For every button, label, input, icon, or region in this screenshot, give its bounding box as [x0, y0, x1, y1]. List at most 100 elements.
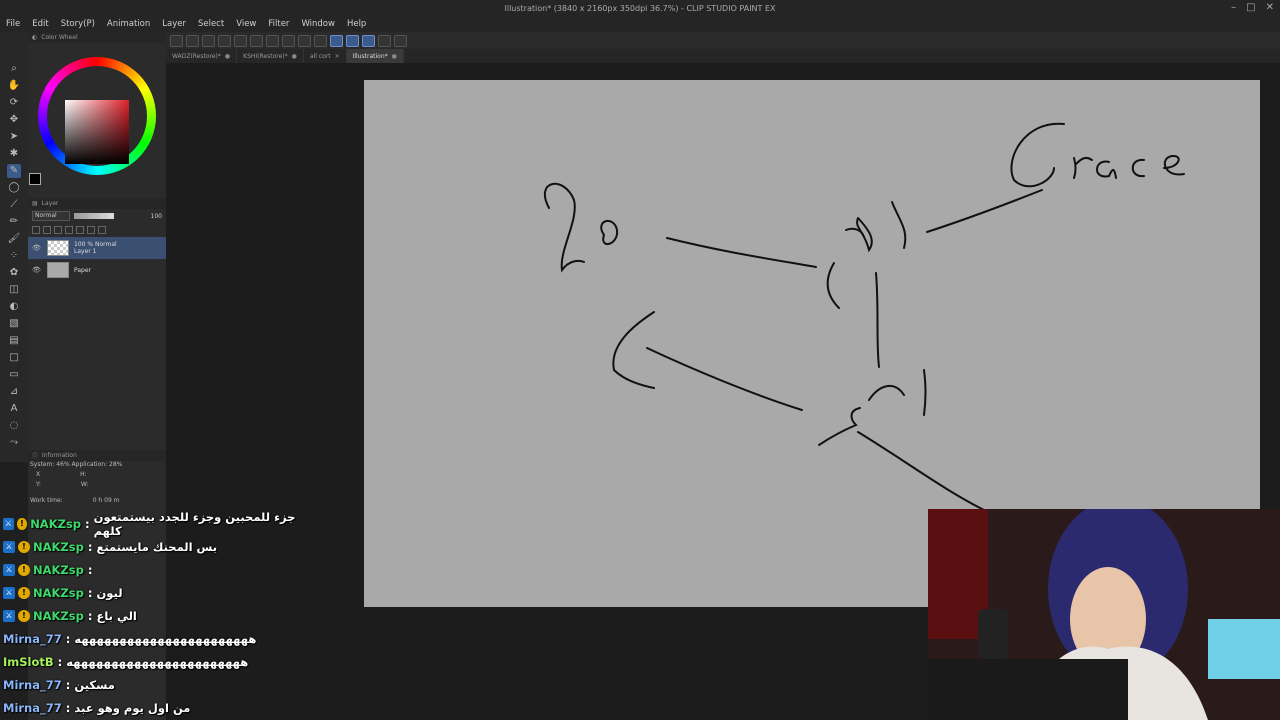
vip-badge-icon: ! [18, 563, 30, 576]
tab-label: all cort [309, 52, 331, 60]
menu-window[interactable]: Window [301, 19, 335, 29]
operation-icon[interactable]: ➤ [7, 130, 21, 144]
layer-row[interactable]: 👁 Paper [28, 259, 166, 281]
clear-icon[interactable] [266, 34, 279, 47]
help-icon[interactable] [394, 34, 407, 47]
vip-badge-icon: ! [18, 609, 30, 622]
pen-icon[interactable]: ✎ [7, 164, 21, 178]
tab-wadz[interactable]: WADZ(Restore)* ● [166, 49, 238, 63]
fill-icon[interactable] [282, 34, 295, 47]
figure-icon[interactable]: □ [7, 351, 21, 365]
menu-layer[interactable]: Layer [162, 19, 186, 29]
brush-icon[interactable]: 🖌 [7, 232, 21, 246]
lasso-icon[interactable]: ◯ [7, 181, 21, 195]
redo-icon[interactable] [250, 34, 263, 47]
frame-icon[interactable]: ▭ [7, 368, 21, 382]
menu-view[interactable]: View [236, 19, 256, 29]
tab-label: Illustration* [352, 52, 388, 60]
eye-icon[interactable]: 👁 [32, 266, 42, 274]
snap-special-ruler-icon[interactable] [346, 34, 359, 47]
pencil-icon[interactable]: ✏ [7, 215, 21, 229]
dot-icon: ● [291, 52, 297, 60]
mask-icon[interactable] [65, 226, 73, 234]
fill-tool-icon[interactable]: ▧ [7, 317, 21, 331]
rotate-icon[interactable]: ⟳ [7, 96, 21, 110]
info-title: Information [42, 452, 77, 459]
hand-icon[interactable]: ✋ [7, 79, 21, 93]
eraser-icon[interactable]: ◫ [7, 283, 21, 297]
system-usage: System: 46% Application: 28% [30, 461, 123, 468]
close-icon[interactable]: ✕ [1266, 2, 1274, 13]
w-label: W: [80, 481, 89, 488]
chat-message: ⚔! NAKZsp: الي باع [0, 604, 300, 627]
chat-separator: : [87, 608, 93, 623]
new-file-icon[interactable] [186, 34, 199, 47]
menu-bar: File Edit Story(P) Animation Layer Selec… [0, 16, 1280, 32]
main-color-swatch[interactable] [29, 173, 41, 185]
blend-mode-select[interactable]: Normal [32, 211, 70, 221]
menu-story[interactable]: Story(P) [61, 19, 95, 29]
tab-label: KSHI(Restore)* [243, 52, 288, 60]
blend-icon[interactable]: ◐ [7, 300, 21, 314]
layer-toolbar [28, 223, 166, 237]
window-title: Illustration* (3840 x 2160px 350dpi 36.7… [504, 3, 776, 13]
delete-layer-icon[interactable] [98, 226, 106, 234]
chat-text: هههههههههههههههههههههههه [74, 631, 257, 646]
document-tab-bar: WADZ(Restore)* ● KSHI(Restore)* ● all cort… [166, 49, 1280, 63]
tab-all-cort[interactable]: all cort ✕ [304, 49, 347, 63]
transform-icon[interactable] [298, 34, 311, 47]
correct-line-icon[interactable]: ⤳ [7, 436, 21, 450]
coord-row: X H: [28, 471, 166, 481]
minimize-icon[interactable]: – [1231, 2, 1236, 13]
y-label: Y: [36, 481, 41, 488]
h-label: H: [80, 471, 87, 478]
tab-kshi[interactable]: KSHI(Restore)* ● [237, 49, 304, 63]
chat-separator: : [85, 516, 90, 531]
chat-separator: : [87, 539, 93, 554]
clip-studio-icon[interactable] [170, 34, 183, 47]
undo-icon[interactable] [234, 34, 247, 47]
menu-file[interactable]: File [6, 19, 20, 29]
airbrush-icon[interactable]: ⁘ [7, 249, 21, 263]
chat-message: ImSlotB: هههههههههههههههههههههههه [0, 650, 300, 673]
saturation-value-square[interactable] [65, 100, 129, 164]
save-icon[interactable] [218, 34, 231, 47]
menu-help[interactable]: Help [347, 19, 366, 29]
close-tab-icon[interactable]: ✕ [335, 53, 340, 60]
eyedropper-icon[interactable]: ⟋ [7, 198, 21, 212]
tablet-icon[interactable] [378, 34, 391, 47]
snap-icon[interactable] [314, 34, 327, 47]
opacity-slider[interactable] [74, 213, 114, 219]
menu-filter[interactable]: Filter [268, 19, 289, 29]
new-layer-icon[interactable] [76, 226, 84, 234]
lock-icon[interactable] [32, 226, 40, 234]
maximize-icon[interactable]: □ [1246, 2, 1255, 13]
snap-grid-icon[interactable] [362, 34, 375, 47]
menu-select[interactable]: Select [198, 19, 224, 29]
tab-illustration[interactable]: Illustration* ● [346, 49, 404, 63]
clip-icon[interactable] [43, 226, 51, 234]
window-controls: – □ ✕ [1231, 2, 1274, 13]
moderator-badge-icon: ⚔ [3, 517, 14, 530]
eye-icon[interactable]: 👁 [32, 244, 42, 252]
menu-animation[interactable]: Animation [107, 19, 150, 29]
layer-row[interactable]: 👁 100 % Normal Layer 1 [28, 237, 166, 259]
snap-ruler-icon[interactable] [330, 34, 343, 47]
menu-edit[interactable]: Edit [32, 19, 48, 29]
new-folder-icon[interactable] [87, 226, 95, 234]
gradient-icon[interactable]: ▤ [7, 334, 21, 348]
open-file-icon[interactable] [202, 34, 215, 47]
balloon-icon[interactable]: ◌ [7, 419, 21, 433]
title-bar: Illustration* (3840 x 2160px 350dpi 36.7… [0, 0, 1280, 16]
zoom-icon[interactable]: ⌕ [7, 62, 21, 76]
decoration-icon[interactable]: ✿ [7, 266, 21, 280]
ruler-icon[interactable]: ⊿ [7, 385, 21, 399]
move-icon[interactable]: ✥ [7, 113, 21, 127]
info-header: ⓘ Information [28, 450, 166, 461]
layer-name: Layer 1 [74, 248, 97, 255]
chat-separator: : [87, 585, 93, 600]
reference-icon[interactable] [54, 226, 62, 234]
auto-select-icon[interactable]: ✱ [7, 147, 21, 161]
command-bar [166, 32, 1280, 49]
text-icon[interactable]: A [7, 402, 21, 416]
